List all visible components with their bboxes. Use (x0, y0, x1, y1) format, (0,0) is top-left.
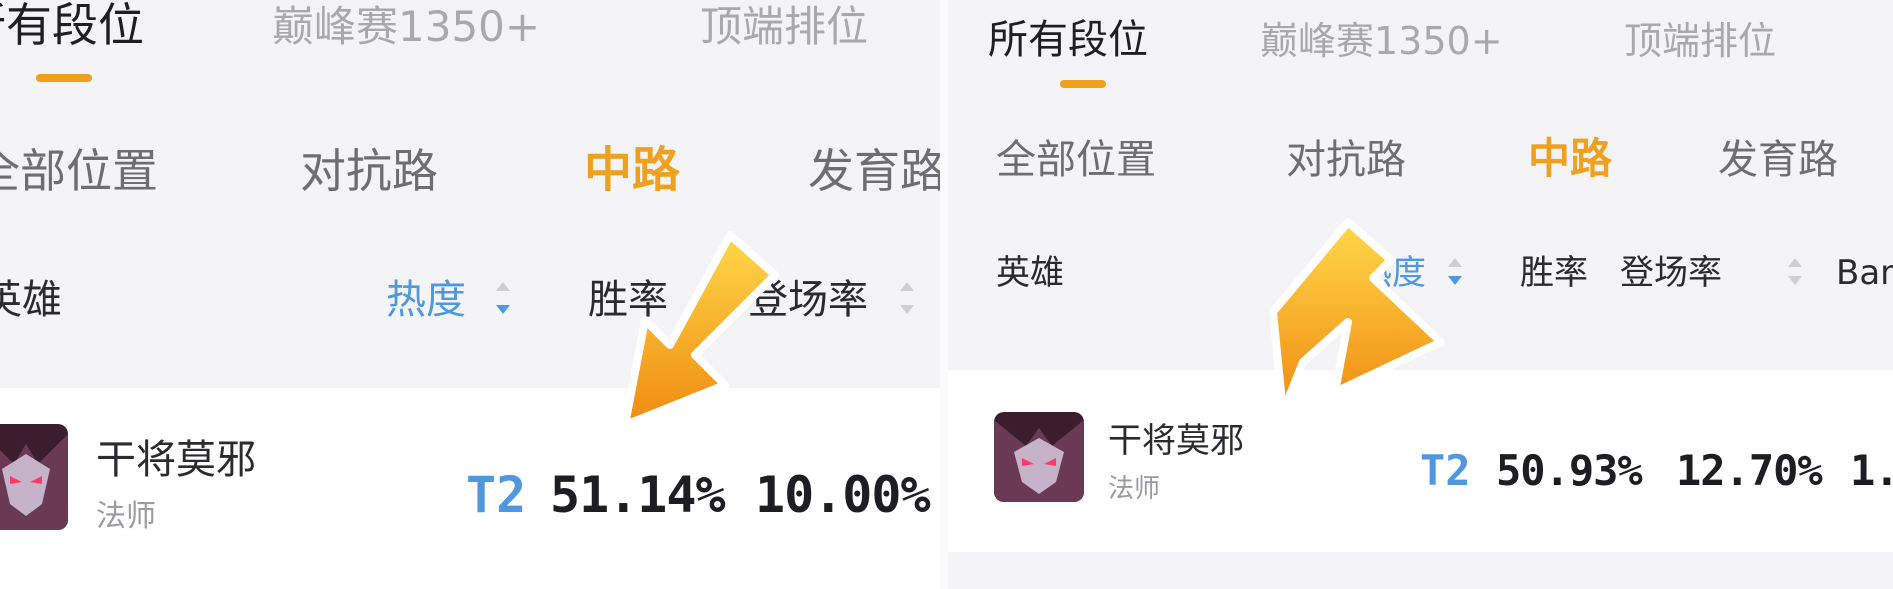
tier-badge: T2 (466, 466, 527, 524)
active-tab-indicator (36, 74, 92, 82)
column-pick-rate[interactable]: 登场率 (1620, 256, 1722, 290)
column-popularity[interactable]: 热度 (386, 280, 466, 320)
win-rate-value: 50.93% (1496, 446, 1643, 495)
tab-peak-1350[interactable]: 巅峰赛1350+ (272, 6, 540, 48)
tab-clash-lane[interactable]: 对抗路 (1286, 140, 1406, 180)
column-ban-rate[interactable]: Ban (1836, 256, 1893, 290)
left-screenshot-panel: 所有段位 巅峰赛1350+ 顶端排位 全部位置 对抗路 中路 发育路 英雄 热度… (0, 0, 940, 589)
table-row[interactable]: 干将莫邪 法师 T2 51.14% 10.00% (0, 388, 940, 589)
tab-top-ranked[interactable]: 顶端排位 (1624, 22, 1776, 60)
tab-all-ranks[interactable]: 所有段位 (988, 20, 1148, 60)
row-separator (948, 552, 1893, 589)
pointer-arrow-icon (621, 231, 779, 429)
hero-role: 法师 (96, 499, 156, 534)
column-hero: 英雄 (0, 277, 62, 323)
tab-all-ranks[interactable]: 所有段位 (0, 2, 144, 48)
tab-farm-lane[interactable]: 发育路 (1718, 140, 1838, 180)
pick-rate-value: 12.70% (1676, 446, 1823, 495)
tab-top-ranked[interactable]: 顶端排位 (700, 6, 868, 48)
sort-toggle-icon[interactable] (496, 305, 510, 314)
panel-divider (940, 0, 948, 589)
pick-rate-value: 10.00% (755, 466, 931, 524)
column-hero: 英雄 (996, 253, 1064, 293)
sort-toggle-icon[interactable] (900, 305, 914, 314)
ban-rate-value: 1. (1850, 446, 1893, 495)
win-rate-value: 51.14% (550, 466, 726, 524)
pointer-arrow-icon (1269, 218, 1445, 416)
hero-avatar-icon (0, 424, 68, 530)
tab-farm-lane[interactable]: 发育路 (808, 148, 940, 194)
hero-name: 干将莫邪 (96, 437, 256, 483)
tab-clash-lane[interactable]: 对抗路 (300, 148, 438, 194)
sort-toggle-icon[interactable] (1788, 258, 1802, 267)
tab-mid-lane[interactable]: 中路 (1528, 138, 1612, 180)
sort-toggle-icon[interactable] (496, 282, 510, 291)
hero-name: 干将莫邪 (1108, 421, 1244, 461)
right-screenshot-panel: 所有段位 巅峰赛1350+ 顶端排位 全部位置 对抗路 中路 发育路 英雄 热度… (948, 0, 1893, 589)
tab-all-positions[interactable]: 全部位置 (996, 140, 1156, 180)
tier-badge: T2 (1420, 446, 1471, 495)
hero-avatar-icon (994, 412, 1084, 502)
active-tab-indicator (1060, 80, 1106, 88)
hero-role: 法师 (1108, 474, 1161, 504)
tab-all-positions[interactable]: 全部位置 (0, 148, 158, 194)
sort-toggle-icon[interactable] (900, 282, 914, 291)
column-win-rate[interactable]: 胜率 (1520, 256, 1588, 290)
tab-mid-lane[interactable]: 中路 (584, 146, 680, 194)
sort-toggle-icon[interactable] (1788, 276, 1802, 285)
tab-peak-1350[interactable]: 巅峰赛1350+ (1260, 22, 1503, 60)
